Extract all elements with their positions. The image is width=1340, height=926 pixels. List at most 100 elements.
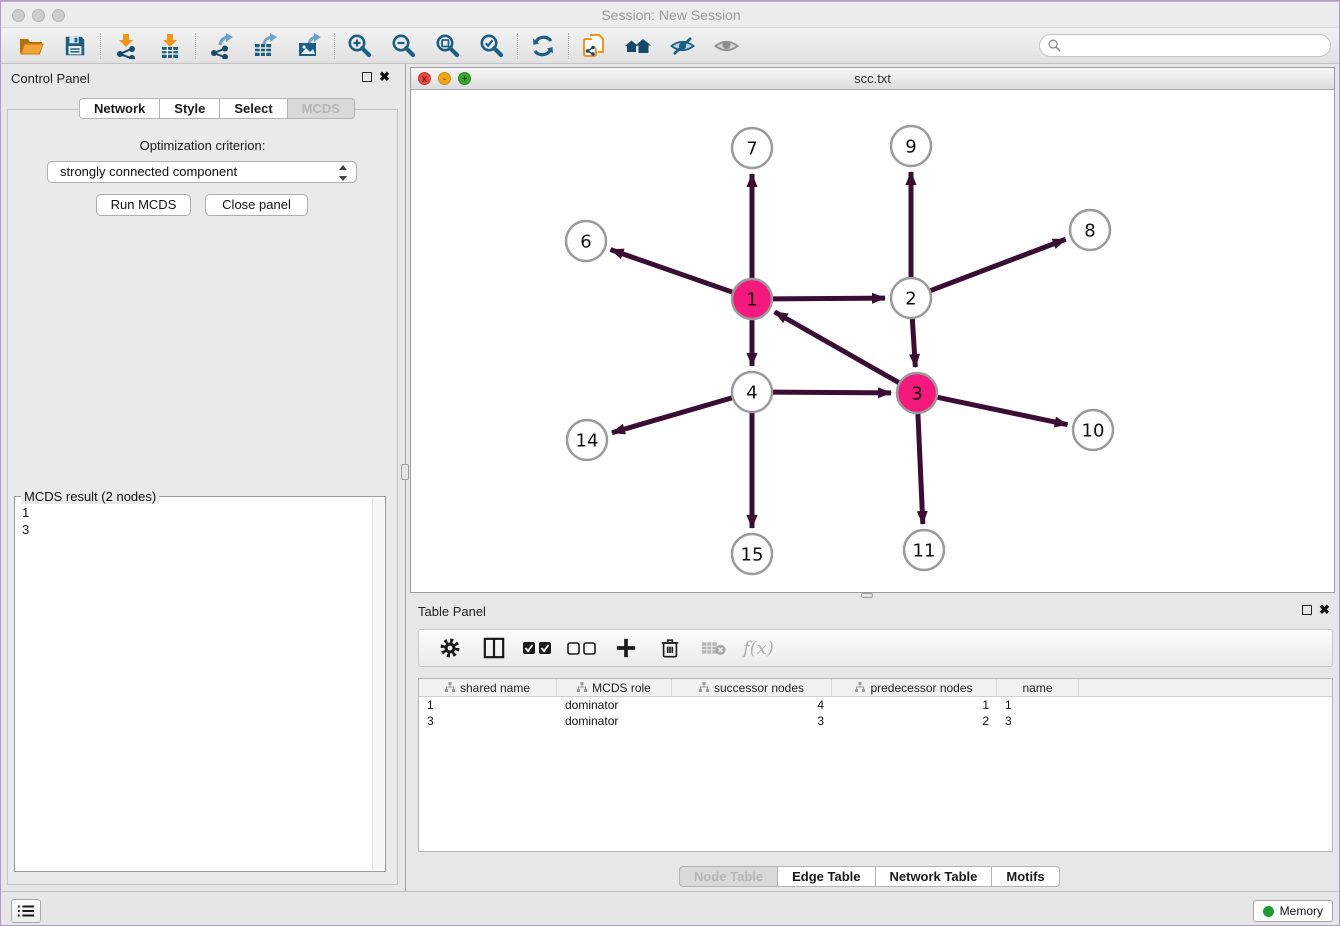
- delete-table-icon-disabled: [699, 633, 729, 663]
- mcds-result-text[interactable]: 13: [15, 501, 371, 871]
- criterion-dropdown[interactable]: strongly connected component: [47, 161, 357, 183]
- graph-edge-2-8[interactable]: [931, 239, 1066, 290]
- optimization-criterion-label: Optimization criterion:: [8, 138, 397, 153]
- cell-name: 1: [997, 697, 1079, 713]
- control-panel-title: Control Panel: [11, 71, 90, 86]
- network-window: x - + scc.txt 7968124314101511: [410, 67, 1335, 593]
- graph-node-label: 4: [746, 383, 757, 404]
- close-icon[interactable]: ✖: [379, 69, 390, 85]
- network-window-titlebar[interactable]: x - + scc.txt: [411, 68, 1334, 90]
- graph-node-label: 15: [741, 545, 764, 566]
- toolbar-separator: [517, 33, 518, 59]
- float-icon[interactable]: [362, 72, 372, 82]
- memory-button[interactable]: Memory: [1253, 900, 1333, 922]
- graph-edge-2-3[interactable]: [912, 319, 915, 367]
- open-file-icon[interactable]: [9, 29, 53, 63]
- tab-network[interactable]: Network: [79, 98, 160, 119]
- status-bar: Memory: [1, 891, 1340, 926]
- tab-style[interactable]: Style: [160, 98, 220, 119]
- network-graph[interactable]: 7968124314101511: [411, 90, 1334, 592]
- close-panel-button[interactable]: Close panel: [205, 194, 308, 216]
- graph-node-label: 2: [905, 289, 916, 310]
- graph-edge-1-6[interactable]: [611, 250, 733, 292]
- tab-node-table[interactable]: Node Table: [679, 866, 778, 887]
- column-label: predecessor nodes: [870, 681, 972, 695]
- export-network-icon[interactable]: [199, 29, 243, 63]
- graph-node-label: 7: [746, 139, 757, 160]
- sort-hierarchy-icon: [577, 681, 587, 695]
- graph-edge-4-3[interactable]: [773, 392, 891, 393]
- graph-edge-3-11[interactable]: [918, 414, 923, 524]
- deselect-all-icon[interactable]: [567, 633, 597, 663]
- tab-mcds[interactable]: MCDS: [288, 98, 355, 119]
- control-panel-tabs: NetworkStyleSelectMCDS: [79, 98, 355, 119]
- zoom-in-icon[interactable]: [338, 29, 382, 63]
- result-scrollbar[interactable]: [372, 498, 384, 870]
- float-icon[interactable]: [1302, 605, 1312, 615]
- show-all-eye-icon[interactable]: [704, 29, 748, 63]
- import-network-icon[interactable]: [104, 29, 148, 63]
- network-window-title: scc.txt: [411, 71, 1334, 86]
- hide-selected-eye-icon[interactable]: [660, 29, 704, 63]
- task-history-list-button[interactable]: [11, 899, 41, 923]
- control-panel-header: Control Panel ✖: [1, 64, 406, 90]
- zoom-selected-icon[interactable]: [470, 29, 514, 63]
- zoom-out-icon[interactable]: [382, 29, 426, 63]
- search-input[interactable]: [1066, 38, 1330, 53]
- tab-edge-table[interactable]: Edge Table: [778, 866, 875, 887]
- column-header-predecessor-nodes[interactable]: predecessor nodes: [832, 679, 997, 697]
- tab-select[interactable]: Select: [220, 98, 287, 119]
- graph-edge-3-1[interactable]: [775, 312, 899, 383]
- toolbar-separator: [334, 33, 335, 59]
- mcds-panel: Optimization criterion: strongly connect…: [7, 109, 398, 885]
- search-field[interactable]: [1039, 34, 1331, 57]
- import-table-icon[interactable]: [148, 29, 192, 63]
- select-all-icon[interactable]: [523, 633, 553, 663]
- memory-status-icon: [1263, 906, 1274, 917]
- table-row[interactable]: 3dominator323: [419, 713, 1332, 729]
- run-mcds-button[interactable]: Run MCDS: [96, 194, 191, 216]
- close-icon[interactable]: ✖: [1319, 602, 1330, 618]
- memory-label: Memory: [1280, 904, 1323, 918]
- table-row[interactable]: 1dominator411: [419, 697, 1332, 713]
- save-session-icon[interactable]: [53, 29, 97, 63]
- divider-grip[interactable]: [401, 464, 409, 480]
- add-row-icon[interactable]: [611, 633, 641, 663]
- export-image-icon[interactable]: [287, 29, 331, 63]
- cell-successor-nodes: 3: [672, 713, 832, 729]
- tab-network-table[interactable]: Network Table: [876, 866, 993, 887]
- tab-motifs[interactable]: Motifs: [992, 866, 1059, 887]
- column-header-shared-name[interactable]: shared name: [419, 679, 557, 697]
- mcds-result-group: MCDS result (2 nodes) 13: [14, 496, 386, 872]
- column-header-successor-nodes[interactable]: successor nodes: [672, 679, 832, 697]
- graph-edge-1-2[interactable]: [773, 298, 885, 299]
- cell-predecessor-nodes: 2: [832, 713, 997, 729]
- application-window: Session: New Session: [0, 0, 1340, 926]
- settings-gear-icon[interactable]: [435, 633, 465, 663]
- result-line: 1: [22, 504, 371, 521]
- network-canvas[interactable]: 7968124314101511: [411, 90, 1334, 592]
- column-header-name[interactable]: name: [997, 679, 1079, 697]
- new-network-from-selection-icon[interactable]: [572, 29, 616, 63]
- result-line: 3: [22, 521, 371, 538]
- apply-layout-icon[interactable]: [521, 29, 565, 63]
- graph-node-label: 9: [905, 137, 916, 158]
- cell-mcds-role: dominator: [557, 697, 672, 713]
- cell-mcds-role: dominator: [557, 713, 672, 729]
- table-toolbar: f(x): [418, 629, 1333, 667]
- sort-hierarchy-icon: [699, 681, 709, 695]
- search-icon: [1048, 39, 1061, 52]
- column-label: shared name: [460, 681, 530, 695]
- show-column-icon[interactable]: [479, 633, 509, 663]
- function-builder-icon-disabled: f(x): [743, 633, 774, 663]
- cell-successor-nodes: 4: [672, 697, 832, 713]
- column-header-mcds-role[interactable]: MCDS role: [557, 679, 672, 697]
- toolbar-separator: [568, 33, 569, 59]
- export-table-icon[interactable]: [243, 29, 287, 63]
- graph-edge-3-10[interactable]: [938, 397, 1068, 424]
- zoom-fit-icon[interactable]: [426, 29, 470, 63]
- delete-row-trash-icon[interactable]: [655, 633, 685, 663]
- graph-edge-4-14[interactable]: [612, 398, 732, 433]
- home-icon[interactable]: [616, 29, 660, 63]
- sort-hierarchy-icon: [855, 681, 865, 695]
